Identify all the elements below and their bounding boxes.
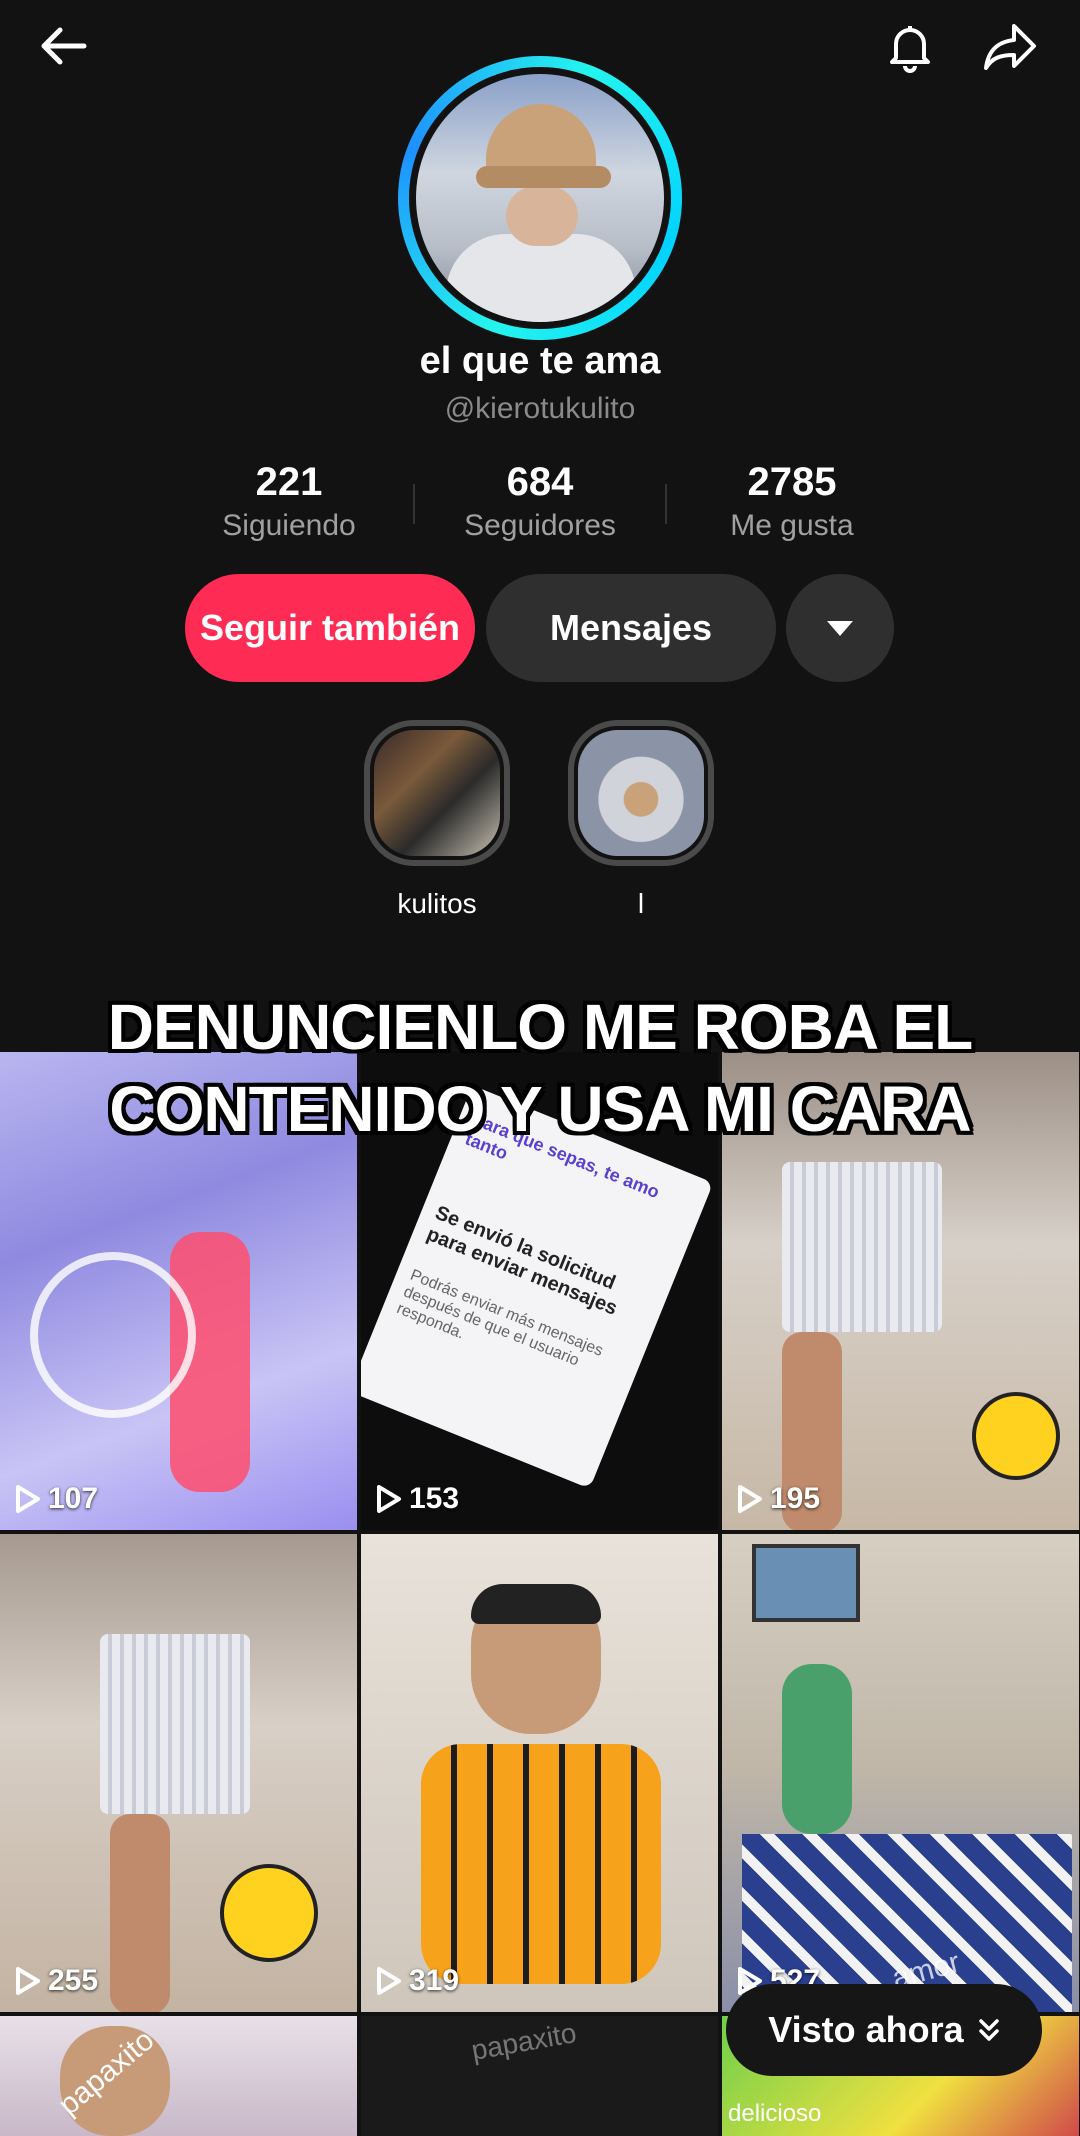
highlight-label: l (637, 888, 645, 919)
stat-following-value: 221 (255, 460, 323, 504)
stat-followers-label: Seguidores (464, 509, 616, 542)
caption-line: CONTENIDO Y USA MI CARA (109, 1073, 971, 1145)
arrow-left-icon (41, 27, 87, 65)
stat-followers-value: 684 (506, 460, 574, 504)
avatar-story-ring[interactable] (398, 56, 682, 340)
emoji-sticker (972, 1392, 1060, 1480)
view-count-value: 319 (409, 1964, 460, 1997)
highlight-kulitos[interactable] (364, 720, 510, 866)
video-overlay-caption: DENUNCIENLO ME ROBA EL CONTENIDO Y USA M… (0, 986, 1080, 1150)
follow-back-button[interactable]: Seguir también (185, 574, 475, 682)
stat-following[interactable]: 221 Siguiendo (169, 460, 409, 543)
more-options-button[interactable] (786, 574, 894, 682)
stat-following-label: Siguiendo (222, 509, 356, 542)
watched-now-label: Visto ahora (768, 2009, 964, 2050)
notification-bell-button[interactable] (870, 6, 950, 86)
messages-button[interactable]: Mensajes (486, 574, 776, 682)
emoji-sticker (220, 1864, 318, 1962)
stat-likes-label: Me gusta (730, 509, 854, 542)
avatar-frame (409, 67, 671, 329)
view-count: 153 (375, 1482, 459, 1516)
video-tile[interactable]: papaxito (0, 2016, 357, 2136)
highlight-l[interactable] (568, 720, 714, 866)
play-outline-icon (377, 1967, 401, 1995)
view-count: 255 (14, 1964, 98, 1998)
stat-divider (665, 484, 667, 524)
avatar (416, 74, 664, 322)
tile-text: papaxito (469, 2017, 579, 2066)
video-tile[interactable]: papaxito (361, 2016, 718, 2136)
double-chevron-down-icon (978, 2019, 999, 2041)
username: @kierotukulito (444, 392, 636, 425)
caption-line: DENUNCIENLO ME ROBA EL (107, 991, 974, 1063)
stat-likes[interactable]: 2785 Me gusta (672, 460, 912, 543)
view-count: 319 (375, 1964, 459, 1998)
play-outline-icon (377, 1485, 401, 1513)
view-count: 195 (736, 1482, 820, 1516)
play-outline-icon (16, 1485, 40, 1513)
caret-down-icon (827, 621, 853, 636)
video-tile[interactable]: 319 (361, 1534, 718, 2012)
view-count-value: 107 (48, 1482, 99, 1515)
share-button[interactable] (970, 6, 1050, 86)
highlight-label: kulitos (397, 888, 477, 919)
play-outline-icon (738, 1485, 762, 1513)
play-outline-icon (16, 1967, 40, 1995)
video-tile[interactable]: 255 (0, 1534, 357, 2012)
back-button[interactable] (24, 6, 104, 86)
tile-text: delicioso (728, 2100, 822, 2127)
stat-divider (413, 484, 415, 524)
watched-now-button[interactable]: Visto ahora (726, 1984, 1042, 2076)
video-tile[interactable]: amor 527 (722, 1534, 1079, 2012)
view-count: 107 (14, 1482, 98, 1516)
stat-followers[interactable]: 684 Seguidores (420, 460, 660, 543)
view-count-value: 153 (409, 1482, 460, 1515)
view-count-value: 195 (770, 1482, 821, 1515)
stat-likes-value: 2785 (747, 460, 837, 504)
display-name: el que te ama (419, 340, 661, 382)
share-arrow-icon (984, 24, 1036, 70)
bell-icon (890, 26, 930, 73)
view-count-value: 255 (48, 1964, 99, 1997)
